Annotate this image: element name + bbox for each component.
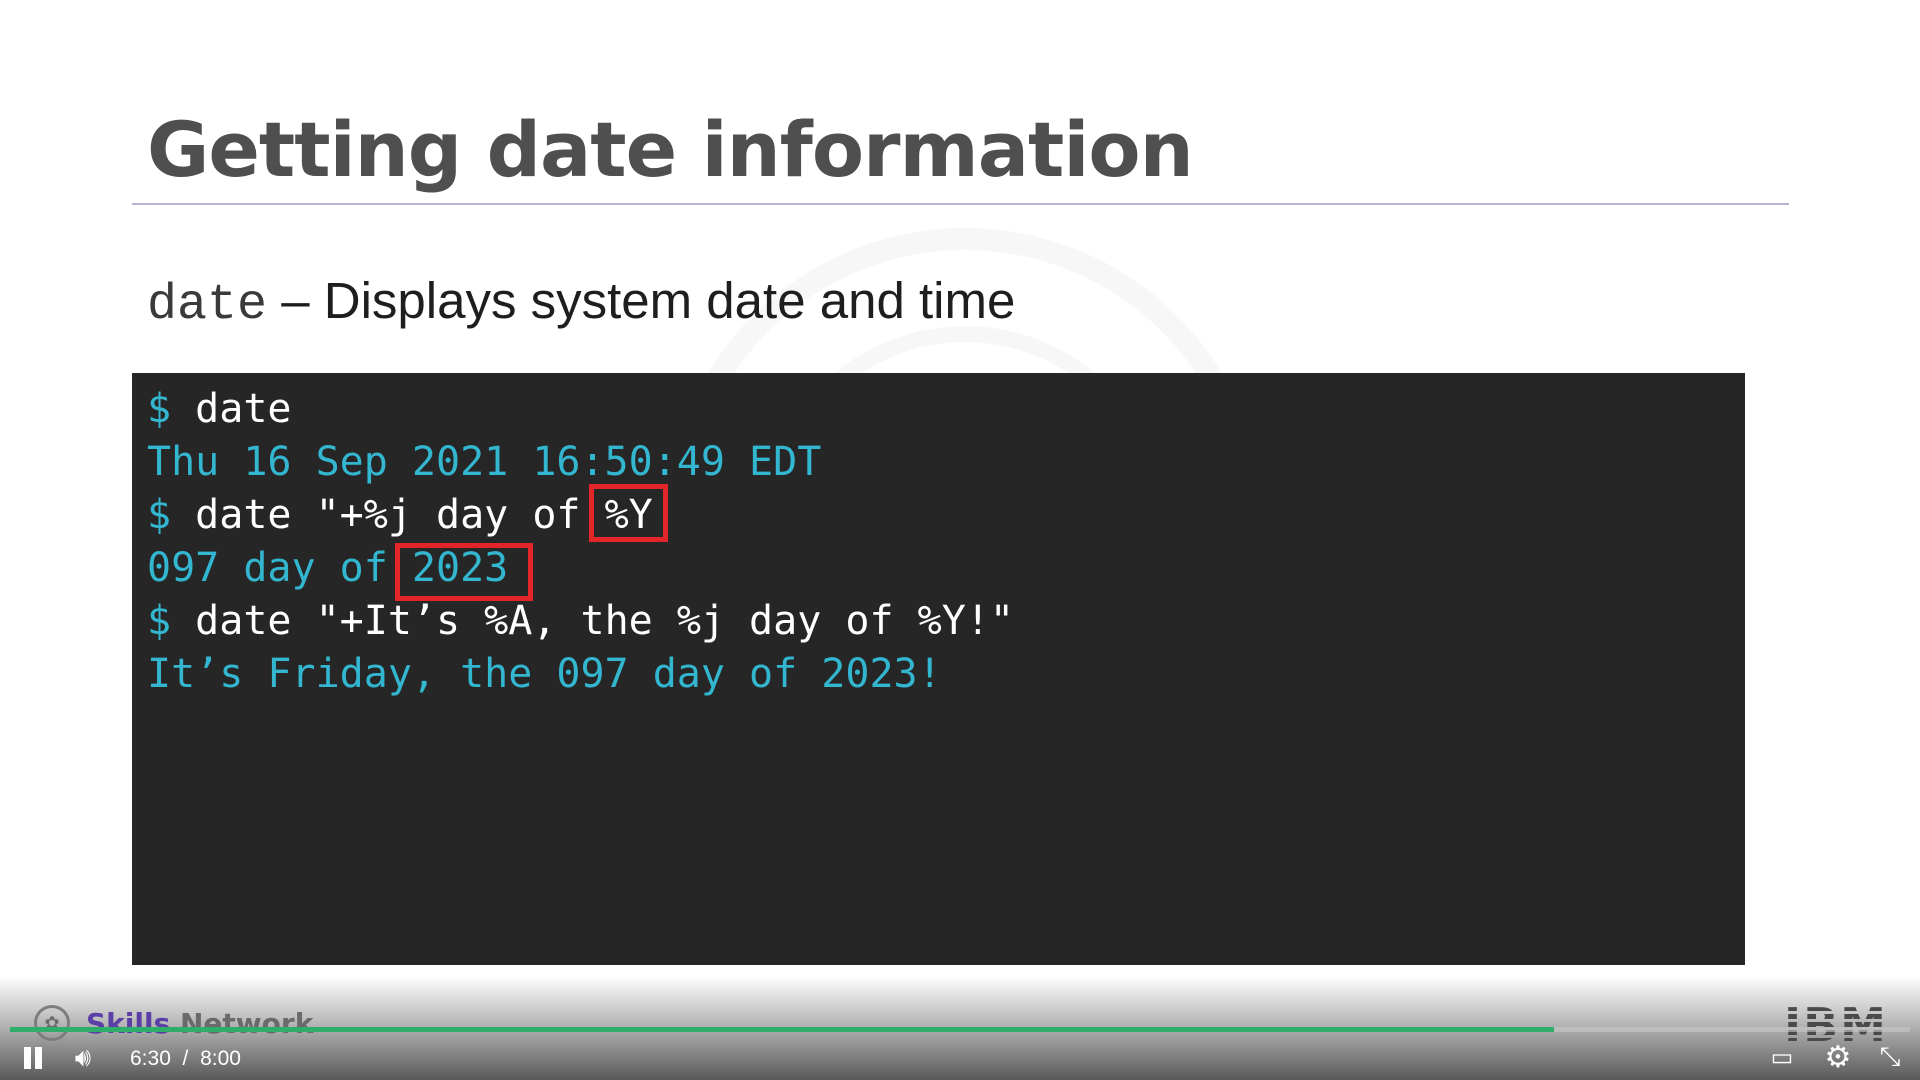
duration: 8:00: [200, 1047, 241, 1070]
exit-fullscreen-icon[interactable]: ⤡: [1874, 1041, 1906, 1072]
highlight-box-output-year: [395, 543, 533, 601]
time-separator: /: [182, 1047, 189, 1070]
progress-bar-fill: [10, 1027, 1554, 1032]
title-divider: [132, 203, 1789, 205]
terminal-line-2: Thu 16 Sep 2021 16:50:49 EDT: [147, 439, 822, 485]
subtitle-description: – Displays system date and time: [267, 272, 1016, 329]
skills-network-wordmark: Skills Network: [86, 1006, 314, 1040]
slide: Getting date information date – Displays…: [0, 0, 1920, 1080]
settings-gear-icon[interactable]: ⚙: [1822, 1041, 1854, 1074]
current-time: 6:30: [130, 1047, 171, 1070]
prompt: $: [147, 598, 196, 644]
skills-network-logo: ✿ Skills Network: [34, 1003, 313, 1043]
command-text: date "+It’s %A, the %j day of %Y!": [195, 598, 1014, 644]
terminal-line-6: It’s Friday, the 097 day of 2023!: [147, 651, 942, 697]
slide-title: Getting date information: [147, 105, 1194, 194]
terminal-line-5: $ date "+It’s %A, the %j day of %Y!": [147, 601, 1014, 641]
pause-icon[interactable]: [20, 1046, 46, 1070]
volume-icon[interactable]: 🔊︎: [66, 1042, 100, 1072]
slide-subtitle: date – Displays system date and time: [147, 270, 1015, 336]
time-display: 6:30 / 8:00: [130, 1047, 241, 1071]
highlight-box-format-year: [589, 484, 668, 542]
skills-network-icon: ✿: [34, 1005, 70, 1041]
terminal-panel: $ date Thu 16 Sep 2021 16:50:49 EDT $ da…: [132, 373, 1745, 965]
terminal-line-1: $ date: [147, 389, 292, 429]
captions-icon[interactable]: ▭: [1766, 1044, 1798, 1071]
prompt: $: [147, 386, 196, 432]
progress-bar[interactable]: [10, 1027, 1910, 1032]
subtitle-command: date: [147, 277, 268, 334]
prompt: $: [147, 492, 196, 538]
command-text: date: [195, 386, 292, 432]
